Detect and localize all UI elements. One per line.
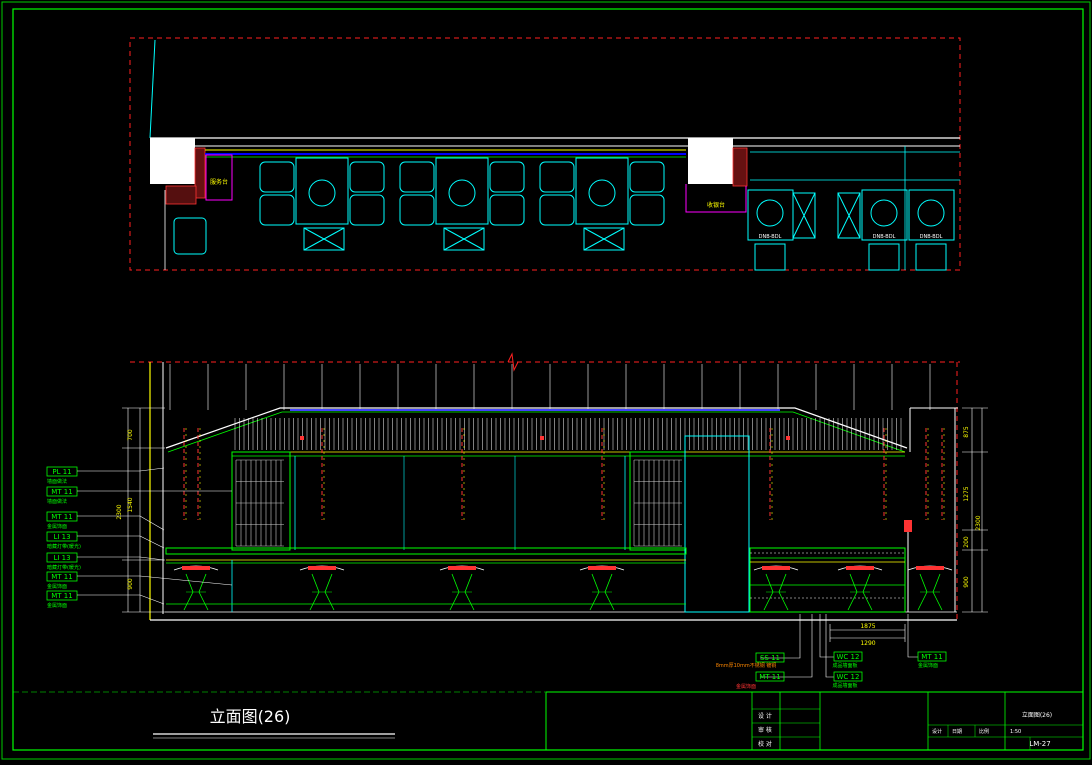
material-tag-2: MT 11 墙面做法 <box>46 486 232 505</box>
material-tag-note: 金属饰面 <box>47 523 67 530</box>
material-tag-3: MT 11 金属饰面 <box>46 511 165 531</box>
dim-right-2: 1275 <box>963 486 970 501</box>
material-tag-note: 暗藏灯带(暖光) <box>47 543 81 550</box>
column-mid <box>688 138 733 184</box>
material-tag-code: LI 13 <box>53 554 70 562</box>
tb-row-1: 设 计 <box>758 712 772 720</box>
plan-table-group-2 <box>399 157 525 251</box>
elevation-drawing: 服务台 收银台 DNB-BDL DNB-BDL DNB-BDL 700 1540… <box>1 1 1091 760</box>
outer-border <box>1 1 1091 760</box>
plan-label-counter-b: 收银台 <box>707 201 725 209</box>
dim-bottom-1: 1875 <box>860 623 875 630</box>
dim-left-2: 1540 <box>127 497 134 512</box>
material-tag-note: 金属饰面 <box>47 602 67 609</box>
material-tag-6: MT 11 金属饰面 <box>46 571 233 590</box>
lattice-screens <box>235 459 682 547</box>
tb-scale: 比例 <box>979 728 989 735</box>
tag-bottom-note-4: 成品墙面板 <box>832 682 857 689</box>
counter-top <box>165 547 687 555</box>
door-opening <box>684 435 750 613</box>
screen-panel-right <box>629 451 686 551</box>
fire-device <box>904 520 912 532</box>
material-tags-left: PL 11 墙面做法 MT 11 墙面做法 MT 11 金属饰面 LI 13 暗藏灯带(暖光)… <box>46 466 233 609</box>
tag-bottom-note-2: 金属饰面 <box>736 683 756 690</box>
sheet-title-block: 设 计 审 核 校 对 立面图(26) 设计 日期 比例 1:50 LM-27 <box>13 691 1084 751</box>
plan-table-group-3 <box>539 157 665 251</box>
tag-bottom-code-3: WC 12 <box>837 653 860 661</box>
dim-left-4: 900 <box>127 578 134 590</box>
drawing-title: 立面图(26) <box>210 707 291 726</box>
bar-stools <box>173 565 953 611</box>
material-tag-7: MT 11 金属饰面 <box>46 590 165 609</box>
tag-bottom-note-1: 8mm厚10mm不锈钢 镀铜 <box>716 662 777 669</box>
ceiling-slats <box>234 418 902 450</box>
material-tag-code: LI 13 <box>53 533 70 541</box>
plan-table-group-1 <box>259 157 385 251</box>
drawing-title-block: 立面图(26) <box>153 707 395 739</box>
material-tag-note: 金属饰面 <box>47 583 67 590</box>
column-left <box>150 138 195 184</box>
tb-date: 日期 <box>952 729 962 735</box>
material-tag-code: MT 11 <box>51 592 72 600</box>
dim-right-1: 875 <box>963 426 970 438</box>
tb-scale-value: 1:50 <box>1010 729 1021 735</box>
material-tags-bottom: SS 11 8mm厚10mm不锈钢 镀铜 MT 11 金属饰面 WC 12 成品… <box>716 614 947 690</box>
material-tag-note: 墙面做法 <box>47 498 67 505</box>
dim-bottom-2: 1290 <box>860 640 875 647</box>
plan-label-counter-a: 服务台 <box>210 178 228 186</box>
plan-seat-label-2: DNB-BDL <box>873 234 896 240</box>
material-tag-5: LI 13 暗藏灯带(暖光) <box>46 552 165 571</box>
tag-bottom-note-5: 金属饰面 <box>918 662 938 669</box>
plan-seat-label-1: DNB-BDL <box>759 234 782 240</box>
material-tag-code: MT 11 <box>51 573 72 581</box>
material-tag-code: MT 11 <box>51 488 72 496</box>
plan-right-tables <box>747 189 955 271</box>
tb-row-2: 审 核 <box>758 726 772 734</box>
dim-left-1: 700 <box>127 429 134 441</box>
plan-seat-label-3: DNB-BDL <box>920 234 943 240</box>
cad-drawing-canvas: 服务台 收银台 DNB-BDL DNB-BDL DNB-BDL 700 1540… <box>0 0 1092 761</box>
dimension-lines <box>122 407 988 642</box>
tb-sheet-number: LM-27 <box>1029 740 1050 748</box>
elevation-view <box>130 352 960 621</box>
material-tag-4: LI 13 暗藏灯带(暖光) <box>46 531 165 550</box>
material-tag-code: MT 11 <box>51 513 72 521</box>
drawing-frame <box>12 8 1084 751</box>
plan-view: 服务台 收银台 DNB-BDL DNB-BDL DNB-BDL <box>129 37 961 271</box>
material-tag-1: PL 11 墙面做法 <box>46 466 165 485</box>
tag-bottom-code-1: SS 11 <box>760 654 780 662</box>
tag-bottom-note-3: 成品墙面板 <box>832 662 857 669</box>
material-tag-note: 暗藏灯带(暖光) <box>47 564 81 571</box>
tb-row-3: 校 对 <box>758 740 772 748</box>
material-tag-code: PL 11 <box>52 468 71 476</box>
dim-right-3: 200 <box>963 536 970 548</box>
tag-bottom-code-5: MT 11 <box>921 653 942 661</box>
tag-bottom-code-4: WC 12 <box>837 673 860 681</box>
tag-bottom-code-2: MT 11 <box>759 673 780 681</box>
tb-design: 设计 <box>932 728 942 735</box>
dim-right-5: 900 <box>963 576 970 588</box>
plan-table-groups <box>259 157 665 251</box>
material-tag-note: 墙面做法 <box>47 478 67 485</box>
dim-left-3: 2300 <box>116 504 123 519</box>
ceiling-hanger-rods <box>169 364 931 410</box>
tb-sheet-name: 立面图(26) <box>1022 711 1052 719</box>
dim-right-4: 2300 <box>975 515 982 530</box>
